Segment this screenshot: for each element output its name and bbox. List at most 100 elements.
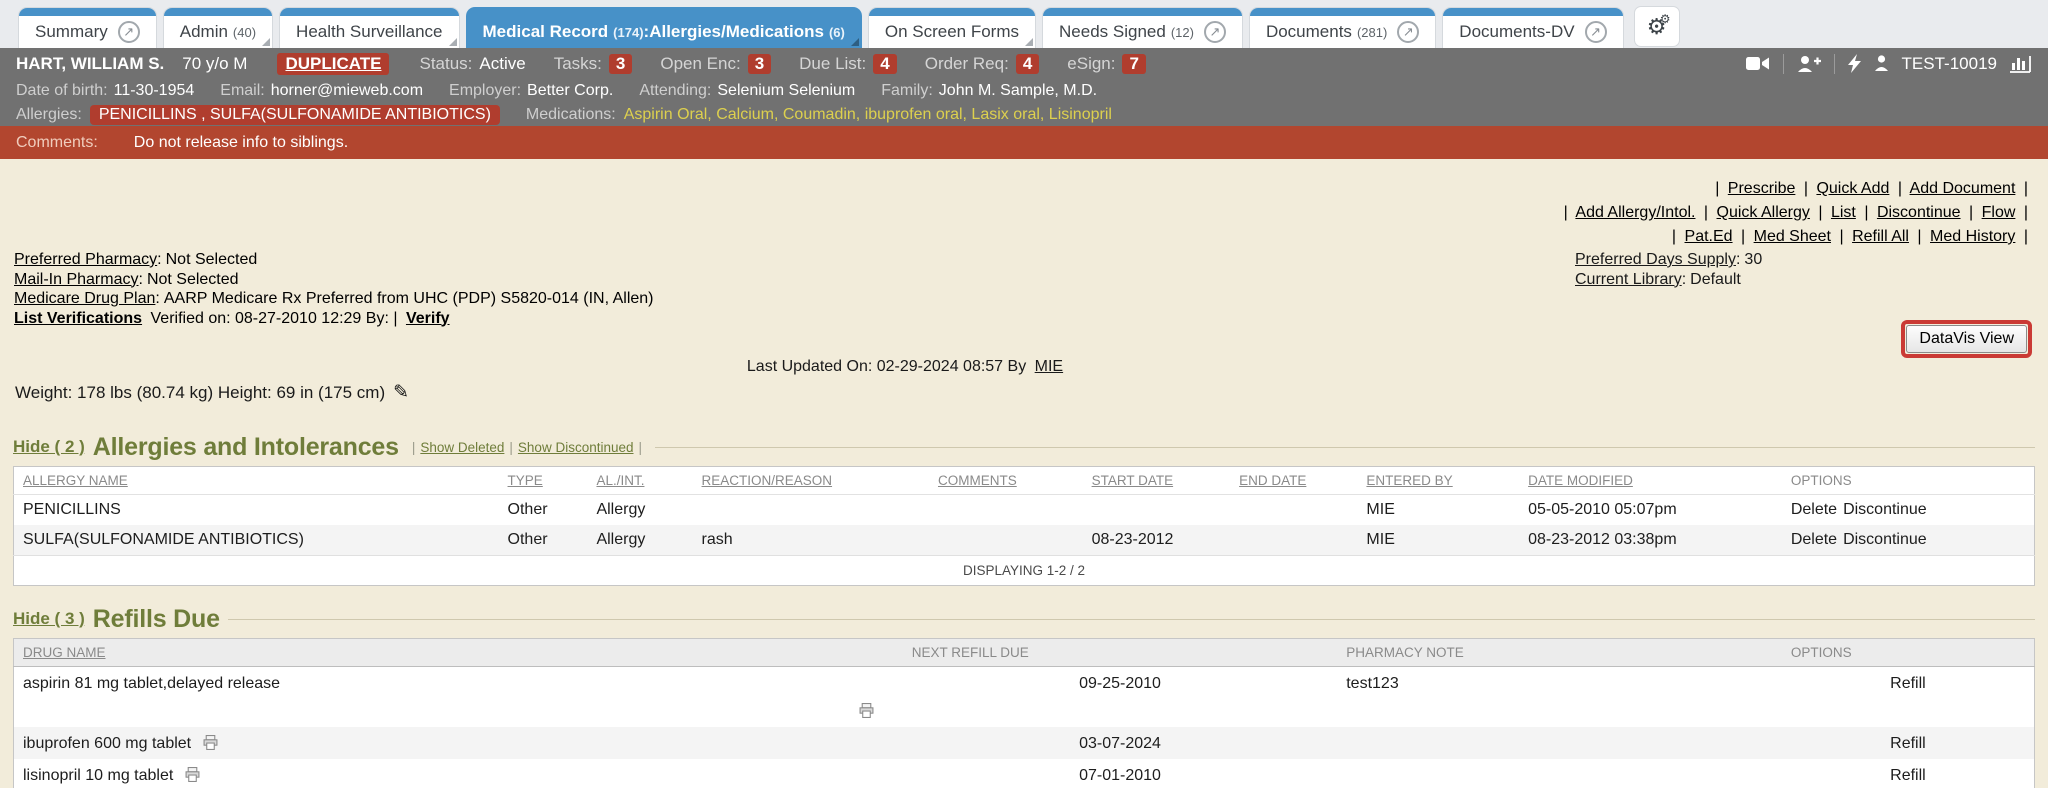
preferred-pharmacy-link[interactable]: Preferred Pharmacy [14, 251, 157, 268]
discontinue-link[interactable]: Discontinue [1843, 501, 1927, 518]
delete-link[interactable]: Delete [1791, 531, 1837, 548]
esign-count-badge[interactable]: 7 [1122, 54, 1145, 74]
add-allergy-link[interactable]: Add Allergy/Intol. [1575, 204, 1695, 221]
video-call-icon[interactable] [1746, 55, 1770, 72]
tasks-label: Tasks: [554, 54, 602, 74]
med-sheet-link[interactable]: Med Sheet [1754, 228, 1831, 245]
order-req-label: Order Req: [925, 54, 1009, 74]
refill-link[interactable]: Refill [1782, 667, 2035, 728]
tab-documents[interactable]: Documents (281) ↗ [1249, 7, 1436, 48]
type-header[interactable]: TYPE [499, 467, 588, 495]
tab-documents-dv[interactable]: Documents-DV ↗ [1442, 7, 1623, 48]
popout-icon[interactable]: ↗ [118, 21, 140, 43]
refill-link[interactable]: Refill [1782, 759, 2035, 788]
popout-icon[interactable]: ↗ [1204, 21, 1226, 43]
refill-all-link[interactable]: Refill All [1852, 228, 1909, 245]
datavis-view-button[interactable]: DataVis View [1906, 325, 2027, 353]
order-req-count-badge[interactable]: 4 [1016, 54, 1039, 74]
refill-link[interactable]: Refill [1782, 727, 2035, 759]
options-cell: Delete Discontinue [1782, 525, 2035, 556]
quick-allergy-link[interactable]: Quick Allergy [1717, 204, 1810, 221]
current-library-link[interactable]: Current Library [1575, 271, 1682, 288]
allergy-alert-badge[interactable]: PENICILLINS , SULFA(SULFONAMIDE ANTIBIOT… [90, 105, 500, 125]
drug-name-header[interactable]: DRUG NAME [14, 639, 903, 667]
tab-on-screen-forms[interactable]: On Screen Forms [868, 7, 1036, 48]
datavis-highlight-ring: DataVis View [1901, 320, 2032, 358]
separator: | [2024, 228, 2028, 245]
start-date-header[interactable]: START DATE [1083, 467, 1231, 495]
patient-id[interactable]: TEST-10019 [1902, 54, 1997, 74]
reaction-header[interactable]: REACTION/REASON [693, 467, 929, 495]
comments-cell [929, 495, 1083, 526]
due-list-label: Due List: [799, 54, 866, 74]
end-date-header[interactable]: END DATE [1230, 467, 1357, 495]
chart-icon[interactable] [2010, 54, 2032, 73]
last-updated-by-link[interactable]: MIE [1035, 358, 1063, 375]
date-modified-cell: 08-23-2012 03:38pm [1519, 525, 1782, 556]
separator: | [2024, 180, 2028, 197]
patient-icon[interactable] [1874, 55, 1889, 72]
print-icon[interactable] [203, 735, 218, 750]
verify-link[interactable]: Verify [406, 310, 450, 327]
edit-pencil-icon[interactable]: ✎ [393, 381, 409, 404]
preferred-days-supply-line: Preferred Days Supply:30 [1575, 250, 1762, 270]
separator: | [1864, 204, 1868, 221]
entered-by-header[interactable]: ENTERED BY [1357, 467, 1519, 495]
colon: : [1682, 271, 1686, 288]
print-icon[interactable] [185, 767, 200, 782]
separator: | [1839, 228, 1843, 245]
al-int-header[interactable]: AL./INT. [587, 467, 692, 495]
show-discontinued-link[interactable]: Show Discontinued [518, 440, 634, 455]
dob-label: Date of birth: [16, 82, 108, 100]
next-refill-due-cell: 09-25-2010 [903, 667, 1338, 728]
comments-header[interactable]: COMMENTS [929, 467, 1083, 495]
discontinue-link[interactable]: Discontinue [1877, 204, 1961, 221]
preferred-days-supply-link[interactable]: Preferred Days Supply [1575, 251, 1736, 268]
discontinue-link[interactable]: Discontinue [1843, 531, 1927, 548]
tab-health-surveillance[interactable]: Health Surveillance [279, 7, 459, 48]
quick-action-lightning-icon[interactable] [1848, 54, 1861, 73]
list-link[interactable]: List [1831, 204, 1856, 221]
status-stat: Status: Active [419, 54, 525, 74]
hide-refills-link[interactable]: Hide ( 3 ) [13, 609, 85, 629]
employer-label: Employer: [449, 82, 521, 100]
list-verifications-link[interactable]: List Verifications [14, 310, 142, 327]
tab-summary[interactable]: Summary ↗ [18, 7, 157, 48]
print-icon[interactable] [859, 703, 874, 718]
mail-in-pharmacy-link[interactable]: Mail-In Pharmacy [14, 271, 138, 288]
settings-button[interactable]: ⚙ ⚙ [1634, 6, 1680, 47]
flow-link[interactable]: Flow [1982, 204, 2016, 221]
allergy-name-header[interactable]: ALLERGY NAME [14, 467, 499, 495]
tab-admin[interactable]: Admin (40) [163, 7, 273, 48]
pharmacy-note-cell [1337, 727, 1782, 759]
duplicate-badge[interactable]: DUPLICATE [277, 53, 389, 75]
tab-medical-record[interactable]: Medical Record (174) :Allergies/Medicati… [466, 7, 862, 48]
add-patient-icon[interactable] [1797, 55, 1821, 73]
delete-link[interactable]: Delete [1791, 501, 1837, 518]
tab-needs-signed[interactable]: Needs Signed (12) ↗ [1042, 7, 1243, 48]
popout-icon[interactable]: ↗ [1397, 21, 1419, 43]
tasks-count-badge[interactable]: 3 [609, 54, 632, 74]
current-library-value: Default [1690, 271, 1741, 288]
tab-label: On Screen Forms [885, 22, 1019, 42]
separator: | [1898, 180, 1902, 197]
open-enc-count-badge[interactable]: 3 [748, 54, 771, 74]
show-deleted-link[interactable]: Show Deleted [420, 440, 504, 455]
medicare-drug-plan-link[interactable]: Medicare Drug Plan [14, 290, 155, 307]
prescribe-link[interactable]: Prescribe [1728, 180, 1796, 197]
refills-section-title: Refills Due [93, 605, 220, 634]
medications-list[interactable]: Aspirin Oral, Calcium, Coumadin, ibuprof… [624, 106, 1112, 124]
due-list-count-badge[interactable]: 4 [873, 54, 896, 74]
pat-ed-link[interactable]: Pat.Ed [1685, 228, 1733, 245]
fieldset-line [655, 447, 2035, 448]
popout-icon[interactable]: ↗ [1585, 21, 1607, 43]
add-document-link[interactable]: Add Document [1910, 180, 2016, 197]
quick-add-link[interactable]: Quick Add [1816, 180, 1889, 197]
preferred-pharmacy-line: Preferred Pharmacy:Not Selected [14, 250, 654, 270]
refills-due-section: Hide ( 3 ) Refills Due DRUG NAME NEXT RE… [13, 604, 2035, 788]
allergies-table-footer: DISPLAYING 1-2 / 2 [14, 556, 2035, 586]
med-history-link[interactable]: Med History [1930, 228, 2015, 245]
attending-value: Selenium Selenium [717, 82, 855, 100]
hide-allergies-link[interactable]: Hide ( 2 ) [13, 437, 85, 457]
date-modified-header[interactable]: DATE MODIFIED [1519, 467, 1782, 495]
